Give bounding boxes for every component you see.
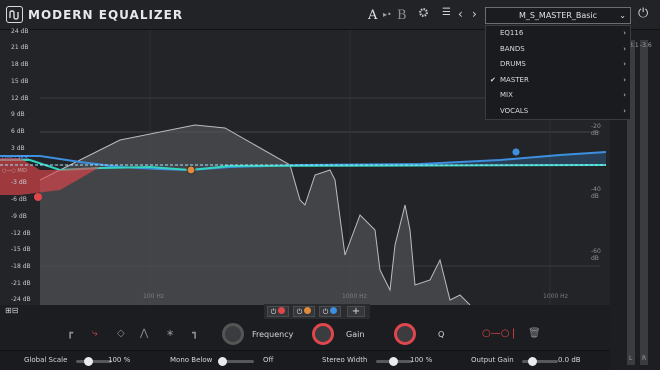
chevron-right-icon: › [623,75,626,84]
high-cut-icon[interactable]: ┓ [192,328,198,339]
chevron-right-icon: › [623,60,626,68]
right-db-label: -20 dB [591,123,601,137]
db-label: 12 dB [11,95,29,102]
preset-name: M_S_MASTER_Basic [518,11,598,20]
stereo-mode-icon[interactable]: ○—○❘ [482,328,518,339]
mid-label: ○—○ MID [2,168,27,174]
q-knob[interactable] [394,323,416,345]
meter-right [640,40,648,365]
menu-icon[interactable]: ☰ [442,7,451,18]
low-shelf-icon[interactable]: ⤷ [92,328,98,339]
slider-thumb[interactable] [84,357,93,366]
band-3-toggle[interactable]: ⏻ [319,306,341,317]
chevron-right-icon: › [623,29,626,37]
copy-a-to-b-icon[interactable]: ▸• [383,10,392,19]
chevron-right-icon: › [623,44,626,53]
menu-item-mix[interactable]: MIX › [486,88,630,104]
chevron-right-icon: › [623,91,626,99]
db-label: -15 dB [11,246,31,253]
stereo-width-slider[interactable] [376,357,412,366]
q-label: Q [438,330,445,339]
db-label: -12 dB [11,230,31,237]
db-label: 21 dB [11,44,29,51]
checkmark-icon: ✔ [490,75,496,84]
previous-preset-icon[interactable]: ‹ [458,7,463,21]
chevron-right-icon: › [623,106,626,115]
db-label: -9 dB [11,213,27,220]
global-scale-value: 100 % [108,356,131,364]
zoom-controls[interactable]: ⊞⊟ [5,306,18,315]
chevron-down-icon: ⌄ [619,11,626,20]
band-selector: ⏻ ⏻ ⏻ + [264,304,370,319]
add-band-button[interactable]: + [347,306,365,317]
band-node-3[interactable] [511,147,521,157]
stereo-width-value: 100 % [410,356,433,364]
output-gain-value: 0.0 dB [558,356,581,364]
gear-icon[interactable] [418,7,429,21]
meter-right-value: -3.6 [640,42,652,49]
band-controls: ┏ ⤷ ◇ ⋀ ∗ ┓ Frequency Gain Q ○—○❘ 🗑 [0,320,610,350]
right-db-label: -60 dB [591,248,601,262]
output-gain-label: Output Gain [471,356,514,364]
db-label: -21 dB [11,280,31,287]
slider-thumb[interactable] [218,357,227,366]
slider-thumb[interactable] [528,357,537,366]
db-label: -3 dB [11,179,27,186]
slider-thumb[interactable] [389,357,398,366]
band-node-2[interactable] [186,165,196,175]
meter-left-label: L [629,355,633,362]
meter-right-label: R [642,355,647,362]
band-node-1[interactable] [34,193,42,201]
side-label: ○—○ SIDE [2,155,29,161]
right-db-label: -40 dB [591,186,601,200]
db-label: 24 dB [11,28,29,35]
bottom-bar: Global Scale 100 % Mono Below Off Stereo… [0,350,610,370]
stereo-width-label: Stereo Width [322,356,368,364]
menu-item-master[interactable]: ✔ MASTER › [486,73,630,89]
freq-label: 1000 Hz [543,293,568,300]
app-logo [6,6,23,23]
db-label: 9 dB [11,111,25,118]
output-gain-slider[interactable] [522,357,558,366]
db-label: -24 dB [11,296,31,303]
db-label: 3 dB [11,145,25,152]
gain-knob[interactable] [312,323,334,345]
global-scale-label: Global Scale [24,356,68,364]
menu-item-bands[interactable]: BANDS › [486,42,630,58]
power-icon[interactable]: ⏻ [638,6,648,21]
preset-selector[interactable]: M_S_MASTER_Basic ⌄ [485,7,631,24]
mono-below-label: Mono Below [170,356,213,364]
a-button[interactable]: A [368,8,377,23]
freq-label: 1000 Hz [342,293,367,300]
bell-icon[interactable]: ◇ [117,328,125,339]
mono-below-slider[interactable] [218,357,254,366]
db-label: 6 dB [11,128,25,135]
next-preset-icon[interactable]: › [472,7,477,21]
db-label: -6 dB [11,196,27,203]
notch-icon[interactable]: ⋀ [140,328,148,339]
frequency-knob[interactable] [222,323,244,345]
global-scale-slider[interactable] [76,357,112,366]
preset-dropdown: EQ116 › BANDS › DRUMS › ✔ MASTER › MIX › VOCAL… [485,25,631,120]
b-button[interactable]: B [397,8,407,23]
frequency-label: Frequency [252,330,294,339]
mono-below-value: Off [263,356,274,364]
menu-item-vocals[interactable]: VOCALS › [486,104,630,120]
app-title: MODERN EQUALIZER [28,8,184,22]
menu-item-drums[interactable]: DRUMS › [486,57,630,73]
db-label: -18 dB [11,263,31,270]
trash-icon[interactable]: 🗑 [528,328,541,339]
db-label: 18 dB [11,61,29,68]
freq-label: 100 Hz [143,293,165,300]
band-2-toggle[interactable]: ⏻ [293,306,315,317]
gain-label: Gain [346,330,365,339]
db-label: 15 dB [11,78,29,85]
band-1-toggle[interactable]: ⏻ [267,306,289,317]
low-cut-icon[interactable]: ┏ [67,328,73,339]
high-shelf-icon[interactable]: ∗ [166,328,174,339]
menu-item-eq116[interactable]: EQ116 › [486,26,630,42]
